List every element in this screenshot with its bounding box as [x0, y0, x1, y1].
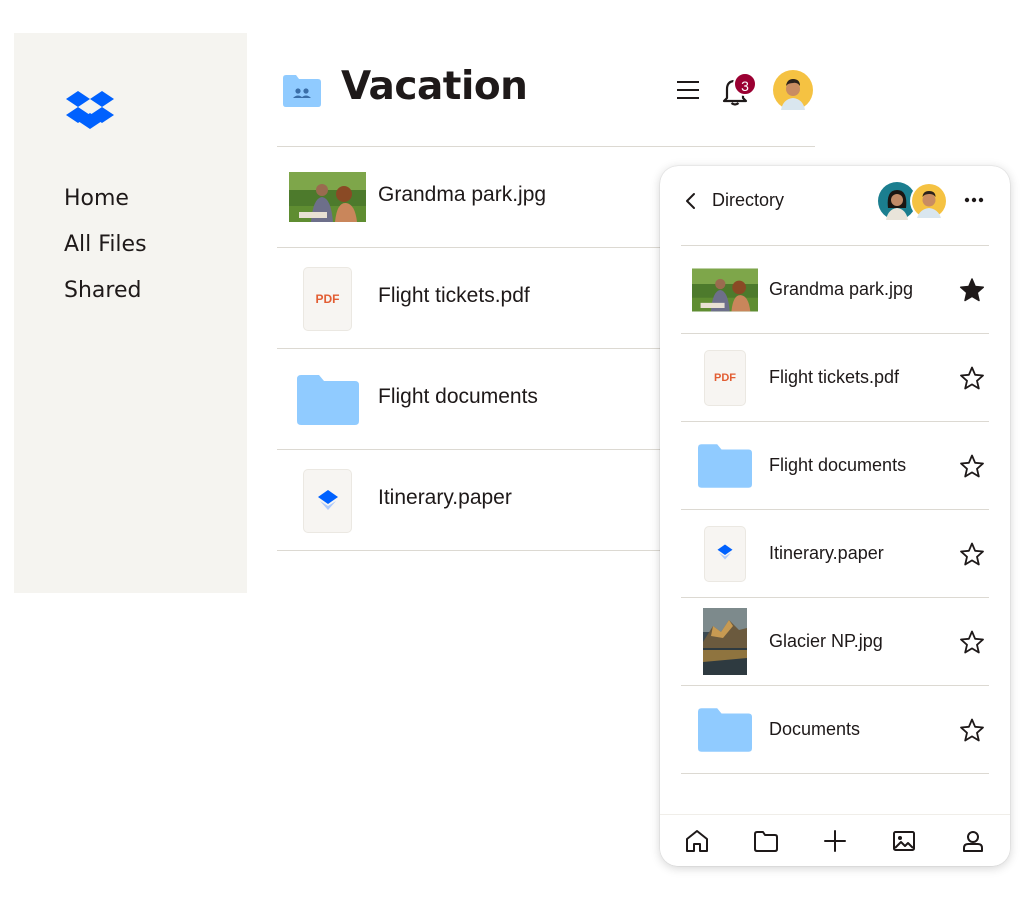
star-outline-icon[interactable] — [959, 629, 985, 655]
menu-icon[interactable] — [677, 80, 699, 100]
image-thumbnail — [692, 268, 758, 312]
image-thumbnail — [289, 172, 366, 222]
file-name[interactable]: Flight documents — [769, 455, 906, 476]
sidebar: Home All Files Shared — [14, 33, 247, 593]
directory-panel: Directory Grandma park.jpg PDF Flight ti… — [660, 166, 1010, 866]
chevron-left-icon[interactable] — [684, 192, 698, 210]
file-name[interactable]: Flight tickets.pdf — [769, 367, 899, 388]
file-name[interactable]: Flight documents — [378, 385, 538, 409]
file-name[interactable]: Glacier NP.jpg — [769, 631, 883, 652]
star-outline-icon[interactable] — [959, 453, 985, 479]
file-row[interactable]: Grandma park.jpg — [277, 147, 677, 248]
pdf-badge: PDF — [714, 372, 736, 384]
star-outline-icon[interactable] — [959, 541, 985, 567]
folder-icon — [297, 375, 359, 425]
bottom-tab-bar — [660, 814, 1010, 866]
file-name[interactable]: Flight tickets.pdf — [378, 284, 530, 308]
list-item[interactable]: PDF Flight tickets.pdf — [681, 334, 989, 422]
file-name[interactable]: Itinerary.paper — [378, 486, 512, 510]
user-avatar[interactable] — [773, 70, 813, 110]
sidebar-item-shared[interactable]: Shared — [64, 277, 147, 323]
file-row[interactable]: PDF Flight tickets.pdf — [277, 248, 677, 349]
folder-icon — [698, 444, 752, 488]
paper-logo-icon — [318, 490, 338, 510]
star-outline-icon[interactable] — [959, 365, 985, 391]
account-icon[interactable] — [959, 827, 987, 855]
star-filled-icon[interactable] — [959, 277, 985, 303]
list-item[interactable]: Grandma park.jpg — [681, 246, 989, 334]
dropbox-logo[interactable] — [66, 89, 114, 129]
sidebar-item-all-files[interactable]: All Files — [64, 231, 147, 277]
sidebar-item-home[interactable]: Home — [64, 185, 147, 231]
file-name[interactable]: Grandma park.jpg — [769, 279, 913, 300]
list-item[interactable]: Glacier NP.jpg — [681, 598, 989, 686]
folder-icon — [698, 708, 752, 752]
page-title: Vacation — [341, 64, 528, 109]
file-name[interactable]: Documents — [769, 719, 860, 740]
notification-badge: 3 — [733, 72, 757, 96]
star-outline-icon[interactable] — [959, 717, 985, 743]
paper-logo-icon — [717, 544, 733, 560]
paper-doc-icon — [304, 470, 351, 532]
paper-doc-icon — [705, 527, 745, 581]
home-icon[interactable] — [683, 827, 711, 855]
image-thumbnail — [703, 608, 747, 675]
list-item[interactable]: Flight documents — [681, 422, 989, 510]
sidebar-nav: Home All Files Shared — [64, 185, 147, 323]
photos-icon[interactable] — [890, 827, 918, 855]
list-item[interactable]: Documents — [681, 686, 989, 774]
file-name[interactable]: Itinerary.paper — [769, 543, 884, 564]
plus-icon[interactable] — [821, 827, 849, 855]
panel-file-list: Grandma park.jpg PDF Flight tickets.pdf … — [681, 246, 989, 774]
pdf-badge: PDF — [315, 292, 340, 306]
file-row[interactable]: Itinerary.paper — [277, 450, 677, 551]
file-list: Grandma park.jpg PDF Flight tickets.pdf … — [277, 147, 677, 551]
shared-folder-icon — [283, 75, 321, 107]
pdf-icon: PDF — [705, 351, 745, 405]
folder-icon[interactable] — [752, 827, 780, 855]
panel-title: Directory — [712, 190, 785, 210]
collaborator-avatar[interactable] — [910, 182, 948, 220]
pdf-icon: PDF — [304, 268, 351, 330]
more-options-icon[interactable] — [963, 196, 985, 204]
file-row[interactable]: Flight documents — [277, 349, 677, 450]
list-item[interactable]: Itinerary.paper — [681, 510, 989, 598]
file-name[interactable]: Grandma park.jpg — [378, 183, 546, 207]
